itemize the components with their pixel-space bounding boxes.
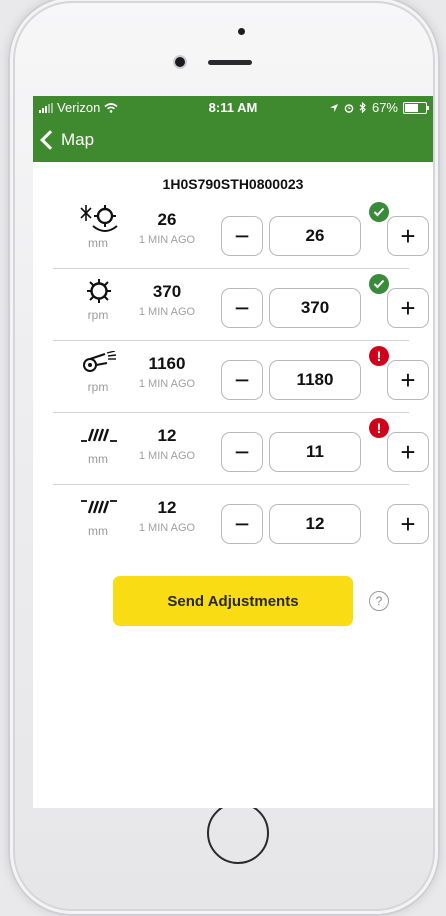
increment-button[interactable]: + (387, 360, 429, 400)
unit-label: mm (88, 524, 108, 538)
fan-speed-icon (77, 348, 121, 378)
current-value: 370 (152, 282, 182, 301)
battery-icon (403, 101, 429, 114)
rotor-spacing-icon (77, 204, 121, 234)
front-camera (175, 57, 185, 67)
setting-input[interactable] (269, 216, 361, 256)
setting-row: mm 26 1 MIN AGO − + (53, 196, 429, 269)
lower-sieve-icon (77, 420, 121, 450)
increment-button[interactable]: + (387, 504, 429, 544)
chevron-left-icon (40, 130, 60, 150)
decrement-button[interactable]: − (221, 360, 263, 400)
unit-label: mm (88, 236, 108, 250)
battery-percent: 67% (371, 100, 398, 115)
decrement-button[interactable]: − (221, 504, 263, 544)
decrement-button[interactable]: − (221, 432, 263, 472)
check-icon (369, 274, 389, 294)
bluetooth-icon (359, 102, 366, 113)
setting-row: rpm 370 1 MIN AGO − + (53, 268, 429, 341)
status-right: 67% (329, 100, 429, 115)
decrement-button[interactable]: − (221, 288, 263, 328)
setting-input[interactable] (269, 288, 361, 328)
check-icon (369, 202, 389, 222)
send-adjustments-button[interactable]: Send Adjustments (113, 576, 353, 626)
increment-button[interactable]: + (387, 432, 429, 472)
setting-row: rpm 1160 1 MIN AGO − ! + (53, 340, 429, 413)
last-updated: 1 MIN AGO (138, 306, 196, 318)
alarm-icon (344, 103, 354, 113)
setting-row: mm 12 1 MIN AGO − ! + (53, 412, 429, 485)
last-updated: 1 MIN AGO (138, 378, 196, 390)
alert-icon: ! (369, 418, 389, 438)
upper-sieve-icon (77, 492, 121, 522)
current-value: 1160 (148, 354, 186, 373)
header-bar: Verizon 8:11 AM 67% Map (33, 96, 433, 162)
current-value: 12 (157, 498, 177, 517)
machine-id: 1H0S790STH0800023 (162, 176, 304, 192)
last-updated: 1 MIN AGO (138, 522, 196, 534)
setting-input[interactable] (269, 360, 361, 400)
back-button[interactable]: Map (39, 130, 94, 150)
last-updated: 1 MIN AGO (138, 234, 196, 246)
back-label: Map (61, 130, 95, 149)
unit-label: rpm (87, 380, 109, 394)
status-bar: Verizon 8:11 AM 67% (33, 96, 433, 118)
rotor-speed-icon (77, 276, 121, 306)
increment-button[interactable]: + (387, 216, 429, 256)
help-icon[interactable]: ? (369, 591, 389, 611)
unit-label: mm (88, 452, 108, 466)
proximity-sensor (238, 28, 245, 35)
increment-button[interactable]: + (387, 288, 429, 328)
alert-icon: ! (369, 346, 389, 366)
decrement-button[interactable]: − (221, 216, 263, 256)
earpiece-speaker (208, 60, 252, 65)
location-icon (329, 103, 338, 112)
setting-row: mm 12 1 MIN AGO − + (53, 484, 429, 556)
screen: Verizon 8:11 AM 67% Map 1H0S790STH080002… (33, 96, 433, 808)
current-value: 26 (157, 210, 177, 229)
unit-label: rpm (87, 308, 109, 322)
current-value: 12 (157, 426, 177, 445)
last-updated: 1 MIN AGO (138, 450, 196, 462)
setting-input[interactable] (269, 432, 361, 472)
home-button[interactable] (207, 802, 269, 864)
setting-input[interactable] (269, 504, 361, 544)
